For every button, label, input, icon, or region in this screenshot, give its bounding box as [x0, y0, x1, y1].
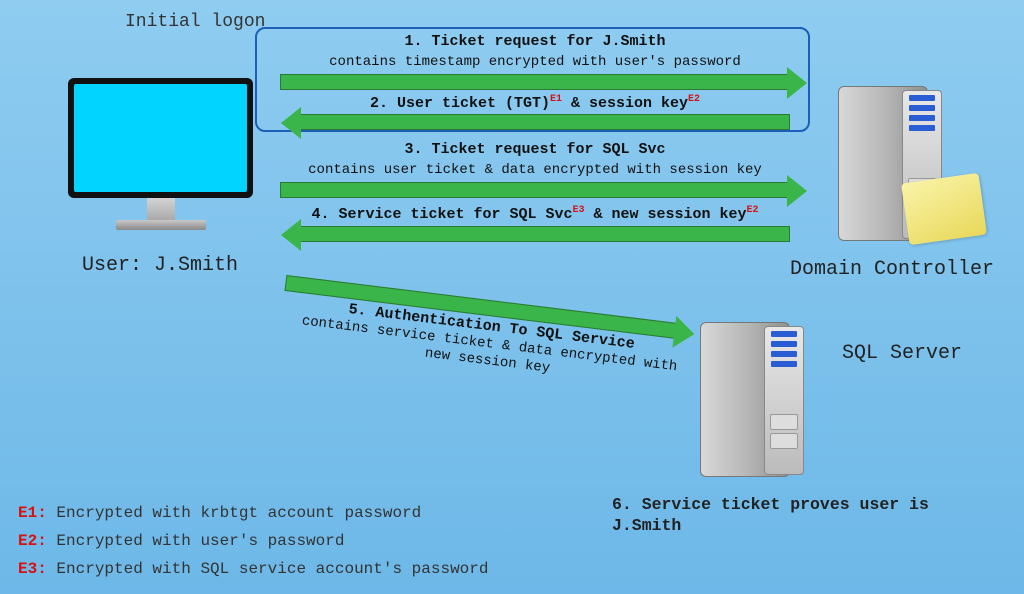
sql-server-icon — [700, 322, 810, 482]
user-computer-icon — [68, 78, 253, 248]
legend-e3: E3: Encrypted with SQL service account's… — [18, 560, 488, 578]
legend-e1: E1: Encrypted with krbtgt account passwo… — [18, 504, 421, 522]
step-3-text: 3. Ticket request for SQL Svc contains u… — [265, 140, 805, 179]
step-2-text: 2. User ticket (TGT)E1 & session keyE2 — [265, 93, 805, 114]
user-label: User: J.Smith — [82, 254, 238, 277]
step-6-text: 6. Service ticket proves user is J.Smith — [612, 494, 942, 537]
arrow-step-1 — [280, 74, 790, 90]
sql-server-label: SQL Server — [842, 342, 962, 365]
arrow-step-2 — [298, 114, 790, 130]
arrow-step-3 — [280, 182, 790, 198]
sticky-note-icon — [901, 173, 987, 245]
arrow-step-4 — [298, 226, 790, 242]
step-4-text: 4. Service ticket for SQL SvcE3 & new se… — [265, 204, 805, 225]
domain-controller-label: Domain Controller — [790, 258, 994, 281]
initial-logon-label: Initial logon — [125, 12, 265, 32]
step-1-text: 1. Ticket request for J.Smith contains t… — [265, 32, 805, 71]
legend-e2: E2: Encrypted with user's password — [18, 532, 344, 550]
arrow-step-5: 5. Authentication To SQL Service contain… — [277, 275, 699, 405]
